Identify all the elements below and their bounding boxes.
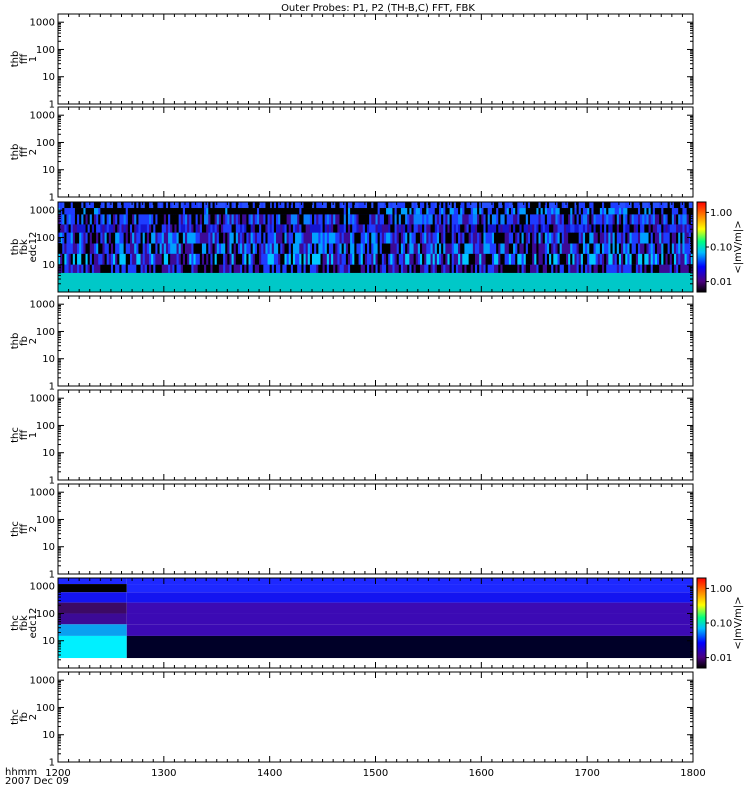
spectrogram-band (58, 584, 127, 593)
y-tick-label: 1000 (30, 18, 55, 29)
spectrogram-band (126, 602, 694, 614)
panel-5: 1 10 100 1000 thcfff1 (10, 389, 694, 487)
colorbar-unit: <|mV/m|> (733, 596, 744, 649)
figure: Outer Probes: P1, P2 (TH-B,C) FFT, FBK 1… (5, 3, 744, 787)
panel-label-line: 1 (28, 56, 39, 62)
colorbar-tick-label: 0.10 (710, 243, 732, 254)
colorbar-tick-label: 0.01 (710, 277, 732, 288)
panel-label: thbfff1 (10, 51, 39, 68)
y-tick-label: 1000 (30, 206, 55, 217)
panel-stack: 1101001000thbfff11101001000thbfff2101001… (10, 13, 744, 769)
panel-label: thcfb2 (10, 709, 39, 725)
panel-frame (57, 671, 694, 763)
colorbar-scale (696, 577, 707, 669)
panel-frame (57, 106, 694, 198)
y-tick-label: 1000 (30, 111, 55, 122)
y-tick-label: 1000 (30, 488, 55, 499)
panel-label: thcfbkedc12 (10, 608, 39, 639)
x-tick-label: 1200 (45, 768, 70, 779)
y-tick-label: 1 (49, 193, 55, 204)
panel-label-line: edc12 (28, 232, 39, 263)
y-tick-label: 100 (36, 421, 55, 432)
spectrogram-band (126, 592, 694, 603)
panel-7: 101001000thcfbkedc121.000.100.01<|mV/m|> (10, 577, 744, 669)
panel-label-line: 2 (28, 338, 39, 344)
panel-label-line: edc12 (28, 608, 39, 639)
y-tick-label: 100 (36, 138, 55, 149)
panel-8: 1 10 100 1000 thcfb2 (10, 671, 694, 769)
y-tick-label: 1000 (30, 300, 55, 311)
spectrogram-band (126, 613, 694, 625)
panel-frame (57, 295, 694, 387)
y-tick-label: 10 (42, 260, 55, 271)
colorbar-tick-label: 0.10 (710, 619, 732, 630)
panel-1: 1 10 100 1000 thbfff1 (10, 13, 694, 111)
panel-label: thcfff1 (10, 427, 39, 443)
y-tick-label: 1 (49, 570, 55, 581)
x-tick-label: 1500 (363, 768, 388, 779)
y-tick-label: 10 (42, 354, 55, 365)
y-tick-label: 1 (49, 100, 55, 111)
spectrogram-thb-edc12 (58, 202, 693, 292)
x-tick-label: 1600 (469, 768, 494, 779)
spectrogram-band (58, 624, 127, 636)
colorbar-tick-label: 1.00 (710, 584, 732, 595)
y-tick-label: 1000 (30, 394, 55, 405)
y-tick-label: 100 (36, 703, 55, 714)
y-tick-label: 10 (42, 72, 55, 83)
plot-title: Outer Probes: P1, P2 (TH-B,C) FFT, FBK (281, 3, 475, 14)
y-tick-label: 100 (36, 327, 55, 338)
spectrogram-band (126, 635, 694, 659)
spectrogram-band (58, 592, 127, 603)
colorbar: 1.00 0.10 0.01<|mV/m|> (696, 201, 744, 293)
x-tick-label: 1800 (680, 768, 705, 779)
spectrogram-band (58, 635, 127, 659)
y-tick-label: 10 (42, 448, 55, 459)
colorbar-tick-label: 0.01 (710, 653, 732, 664)
time-axis: hhmm 2007 Dec 09 1200 1300 1400 1500 1600 170… (5, 767, 706, 787)
panel-label: thbfff2 (10, 144, 39, 161)
y-tick-label: 10 (42, 636, 55, 647)
colorbar-tick-label: 1.00 (710, 208, 732, 219)
y-tick-label: 1000 (30, 676, 55, 687)
y-tick-label: 1000 (30, 582, 55, 593)
panel-frame (57, 389, 694, 481)
y-tick-label: 10 (42, 730, 55, 741)
panel-label-line: 2 (28, 526, 39, 532)
panel-6: 1 10 100 1000 thcfff2 (10, 483, 694, 581)
panel-label: thcfff2 (10, 521, 39, 537)
x-tick-label: 1700 (574, 768, 599, 779)
y-tick-label: 100 (36, 45, 55, 56)
colorbar: 1.00 0.10 0.01<|mV/m|> (696, 577, 744, 669)
panel-label-line: 2 (28, 714, 39, 720)
panel-2: 1 10 100 1000 thbfff2 (10, 106, 694, 204)
panel-label: thbfbkedc12 (10, 232, 39, 263)
spectrogram-band (126, 584, 694, 593)
spectrogram-band (126, 624, 694, 636)
panel-label-line: 2 (28, 149, 39, 155)
spectrogram-band (58, 602, 127, 614)
panel-frame (57, 13, 694, 105)
spectrogram-band (58, 613, 127, 625)
panel-4: 1 10 100 1000 thbfb2 (10, 295, 694, 393)
x-tick-label: 1300 (151, 768, 176, 779)
y-tick-label: 10 (42, 165, 55, 176)
colorbar-scale (696, 201, 707, 293)
colorbar-unit: <|mV/m|> (733, 220, 744, 273)
panel-frame (57, 483, 694, 575)
y-tick-label: 1 (49, 382, 55, 393)
y-tick-label: 100 (36, 515, 55, 526)
panel-3: 101001000thbfbkedc121.000.100.01<|mV/m|> (10, 201, 744, 293)
y-tick-label: 10 (42, 542, 55, 553)
x-tick-label: 1400 (257, 768, 282, 779)
spectrogram-thc-edc12 (58, 578, 694, 668)
panel-label-line: 1 (28, 432, 39, 438)
y-tick-label: 1 (49, 758, 55, 769)
panel-label: thbfb2 (10, 333, 39, 350)
y-tick-label: 1 (49, 476, 55, 487)
